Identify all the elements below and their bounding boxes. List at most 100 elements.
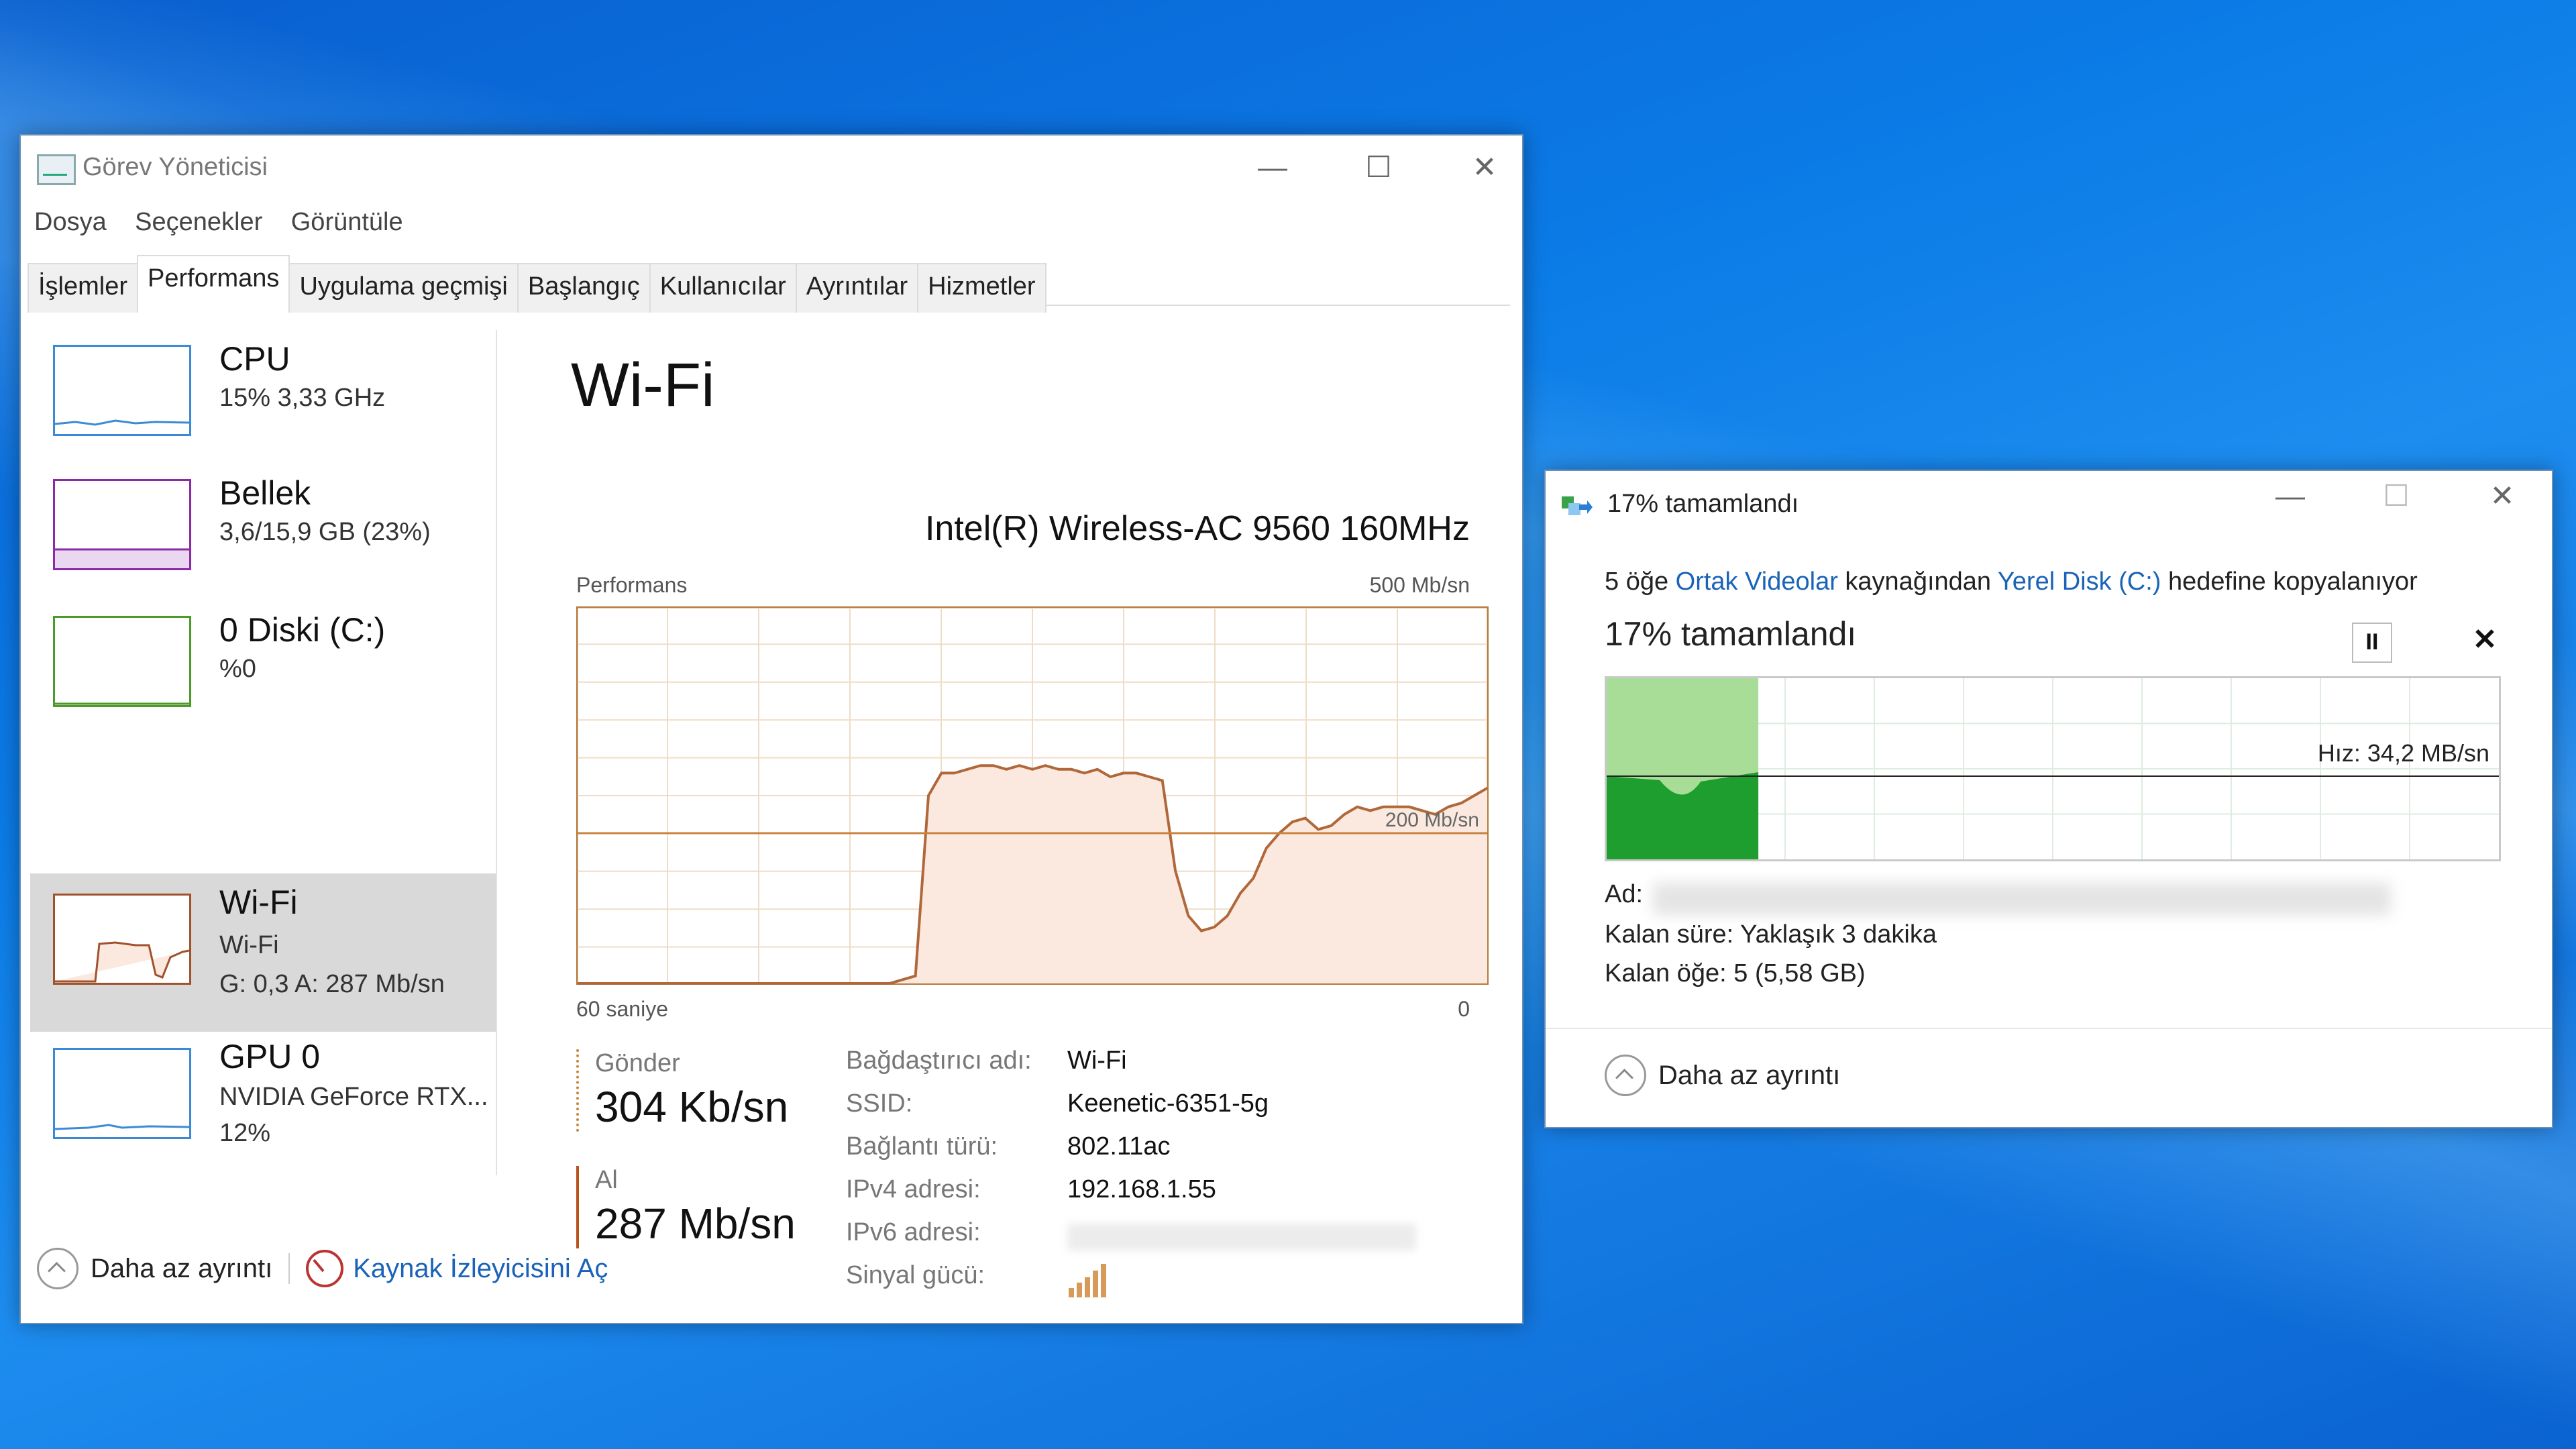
- task-manager-footer: Daha az ayrıntı Kaynak İzleyicisini Aç: [37, 1248, 608, 1295]
- disk-thumbnail-graph: [53, 616, 191, 707]
- maximize-button[interactable]: ☐: [1345, 148, 1412, 188]
- close-button[interactable]: ✕: [1451, 148, 1518, 188]
- sidebar-item-detail: 3,6/15,9 GB (23%): [219, 518, 431, 546]
- sidebar-item-detail: Wi-Fi: [219, 931, 279, 959]
- info-value: 192.168.1.55: [1067, 1175, 1216, 1203]
- menu-bar: Dosya Seçenekler Görüntüle: [34, 208, 429, 246]
- info-key: SSID:: [846, 1089, 913, 1118]
- performance-sidebar: CPU 15% 3,33 GHz Bellek 3,6/15,9 GB (23%…: [30, 330, 497, 1175]
- send-stat: Gönder 304 Kb/sn: [576, 1049, 810, 1132]
- adapter-name: Intel(R) Wireless-AC 9560 160MHz: [924, 509, 1470, 548]
- redacted-file-name: [1653, 883, 2391, 915]
- menu-view[interactable]: Görüntüle: [291, 208, 403, 237]
- cancel-copy-button[interactable]: ✕: [2465, 620, 2505, 660]
- copy-icon: [1562, 495, 1593, 517]
- info-value: 802.11ac: [1067, 1132, 1171, 1161]
- minimize-button[interactable]: —: [2257, 476, 2324, 517]
- redacted-value: [1067, 1224, 1416, 1250]
- graph-zero-label: 0: [1458, 997, 1470, 1021]
- task-manager-icon: [37, 154, 76, 185]
- progress-status: 17% tamamlandı: [1605, 615, 1857, 653]
- signal-strength-icon: [1067, 1261, 1108, 1302]
- send-value: 304 Kb/sn: [595, 1083, 789, 1131]
- info-key: Sinyal gücü:: [846, 1261, 985, 1289]
- sidebar-item-label: GPU 0: [219, 1038, 321, 1075]
- info-row: SSID: Keenetic-6351-5g: [846, 1089, 1450, 1132]
- graph-line-label: 200 Mb/sn: [1385, 809, 1479, 831]
- memory-thumbnail-graph: [53, 479, 191, 570]
- wifi-thumbnail-graph: [53, 894, 191, 985]
- resource-title: Wi-Fi: [571, 351, 715, 419]
- speed-label: Hız: 34,2 MB/sn: [2318, 739, 2489, 767]
- tab-services[interactable]: Hizmetler: [917, 263, 1046, 313]
- graph-max-label: 500 Mb/sn: [1369, 573, 1470, 597]
- copy-footer: Daha az ayrıntı: [1605, 1055, 1840, 1096]
- sidebar-item-disk[interactable]: 0 Diski (C:) %0: [30, 601, 496, 759]
- resource-monitor-icon: [306, 1250, 344, 1287]
- task-manager-window: Görev Yöneticisi — ☐ ✕ Dosya Seçenekler …: [19, 134, 1523, 1324]
- cpu-thumbnail-graph: [53, 345, 191, 436]
- gpu-thumbnail-graph: [53, 1048, 191, 1139]
- wifi-throughput-graph: 200 Mb/sn: [576, 606, 1489, 985]
- sidebar-item-detail: 15% 3,33 GHz: [219, 384, 386, 412]
- info-key: IPv4 adresi:: [846, 1175, 981, 1203]
- window-title: 17% tamamlandı: [1607, 490, 1799, 518]
- minimize-button[interactable]: —: [1239, 148, 1306, 188]
- footer-divider: [1546, 1028, 2552, 1029]
- tab-details[interactable]: Ayrıntılar: [795, 263, 919, 313]
- open-resource-monitor-link[interactable]: Kaynak İzleyicisini Aç: [353, 1254, 608, 1283]
- sidebar-item-wifi[interactable]: Wi-Fi Wi-Fi G: 0,3 A: 287 Mb/sn: [30, 873, 496, 1032]
- copy-progress-window: 17% tamamlandı — ☐ ✕ 5 öğe Ortak Videola…: [1544, 470, 2553, 1128]
- info-value: Wi-Fi: [1067, 1046, 1127, 1075]
- sidebar-item-memory[interactable]: Bellek 3,6/15,9 GB (23%): [30, 464, 496, 623]
- remaining-time: Kalan süre: Yaklaşık 3 dakika: [1605, 920, 1937, 949]
- sidebar-item-detail: G: 0,3 A: 287 Mb/sn: [219, 970, 445, 998]
- tab-performance[interactable]: Performans: [137, 255, 290, 313]
- graph-time-label: 60 saniye: [576, 997, 668, 1021]
- menu-file[interactable]: Dosya: [34, 208, 107, 237]
- title-bar[interactable]: Görev Yöneticisi — ☐ ✕: [21, 136, 1522, 200]
- pause-button[interactable]: II: [2352, 623, 2392, 663]
- info-key: Bağdaştırıcı adı:: [846, 1046, 1032, 1075]
- copy-speed-graph: Hız: 34,2 MB/sn: [1605, 676, 2501, 861]
- window-title: Görev Yöneticisi: [83, 153, 268, 181]
- menu-options[interactable]: Seçenekler: [135, 208, 262, 237]
- sidebar-item-label: 0 Diski (C:): [219, 611, 386, 649]
- tab-startup[interactable]: Başlangıç: [517, 263, 651, 313]
- info-row: Sinyal gücü:: [846, 1261, 1450, 1304]
- close-button[interactable]: ✕: [2469, 476, 2536, 517]
- sidebar-item-detail: NVIDIA GeForce RTX...: [219, 1083, 488, 1111]
- tab-users[interactable]: Kullanıcılar: [649, 263, 797, 313]
- adapter-info-table: Bağdaştırıcı adı: Wi-Fi SSID: Keenetic-6…: [846, 1046, 1450, 1304]
- chevron-up-icon[interactable]: [1605, 1055, 1646, 1096]
- receive-label: Al: [595, 1166, 618, 1194]
- copy-graph-svg: Hız: 34,2 MB/sn: [1607, 678, 2499, 859]
- source-link[interactable]: Ortak Videolar: [1676, 568, 1838, 596]
- receive-stat: Al 287 Mb/sn: [576, 1166, 810, 1248]
- less-details-link[interactable]: Daha az ayrıntı: [1658, 1061, 1840, 1090]
- sidebar-item-detail: 12%: [219, 1119, 271, 1147]
- copy-description: 5 öğe Ortak Videolar kaynağından Yerel D…: [1605, 568, 2418, 596]
- desc-suffix: hedefine kopyalanıyor: [2161, 568, 2418, 596]
- maximize-button: ☐: [2383, 480, 2410, 513]
- destination-link[interactable]: Yerel Disk (C:): [1998, 568, 2161, 596]
- info-key: Bağlantı türü:: [846, 1132, 998, 1161]
- info-row: Bağdaştırıcı adı: Wi-Fi: [846, 1046, 1450, 1089]
- desc-prefix: 5 öğe: [1605, 568, 1676, 596]
- chevron-up-icon[interactable]: [37, 1248, 78, 1289]
- desc-middle: kaynağından: [1837, 568, 1998, 596]
- sidebar-item-label: CPU: [219, 340, 290, 378]
- graph-caption: Performans: [576, 573, 688, 597]
- send-label: Gönder: [595, 1049, 680, 1077]
- info-value: Keenetic-6351-5g: [1067, 1089, 1269, 1118]
- name-label: Ad:: [1605, 880, 1644, 908]
- sidebar-item-label: Bellek: [219, 474, 311, 512]
- wifi-graph-svg: 200 Mb/sn: [576, 606, 1489, 985]
- sidebar-item-detail: %0: [219, 655, 256, 683]
- sidebar-item-gpu[interactable]: GPU 0 NVIDIA GeForce RTX... 12%: [30, 1028, 496, 1186]
- tab-app-history[interactable]: Uygulama geçmişi: [288, 263, 519, 313]
- info-row: IPv4 adresi: 192.168.1.55: [846, 1175, 1450, 1218]
- less-details-link[interactable]: Daha az ayrıntı: [91, 1254, 272, 1283]
- footer-divider: [288, 1253, 290, 1284]
- tab-processes[interactable]: İşlemler: [28, 263, 139, 313]
